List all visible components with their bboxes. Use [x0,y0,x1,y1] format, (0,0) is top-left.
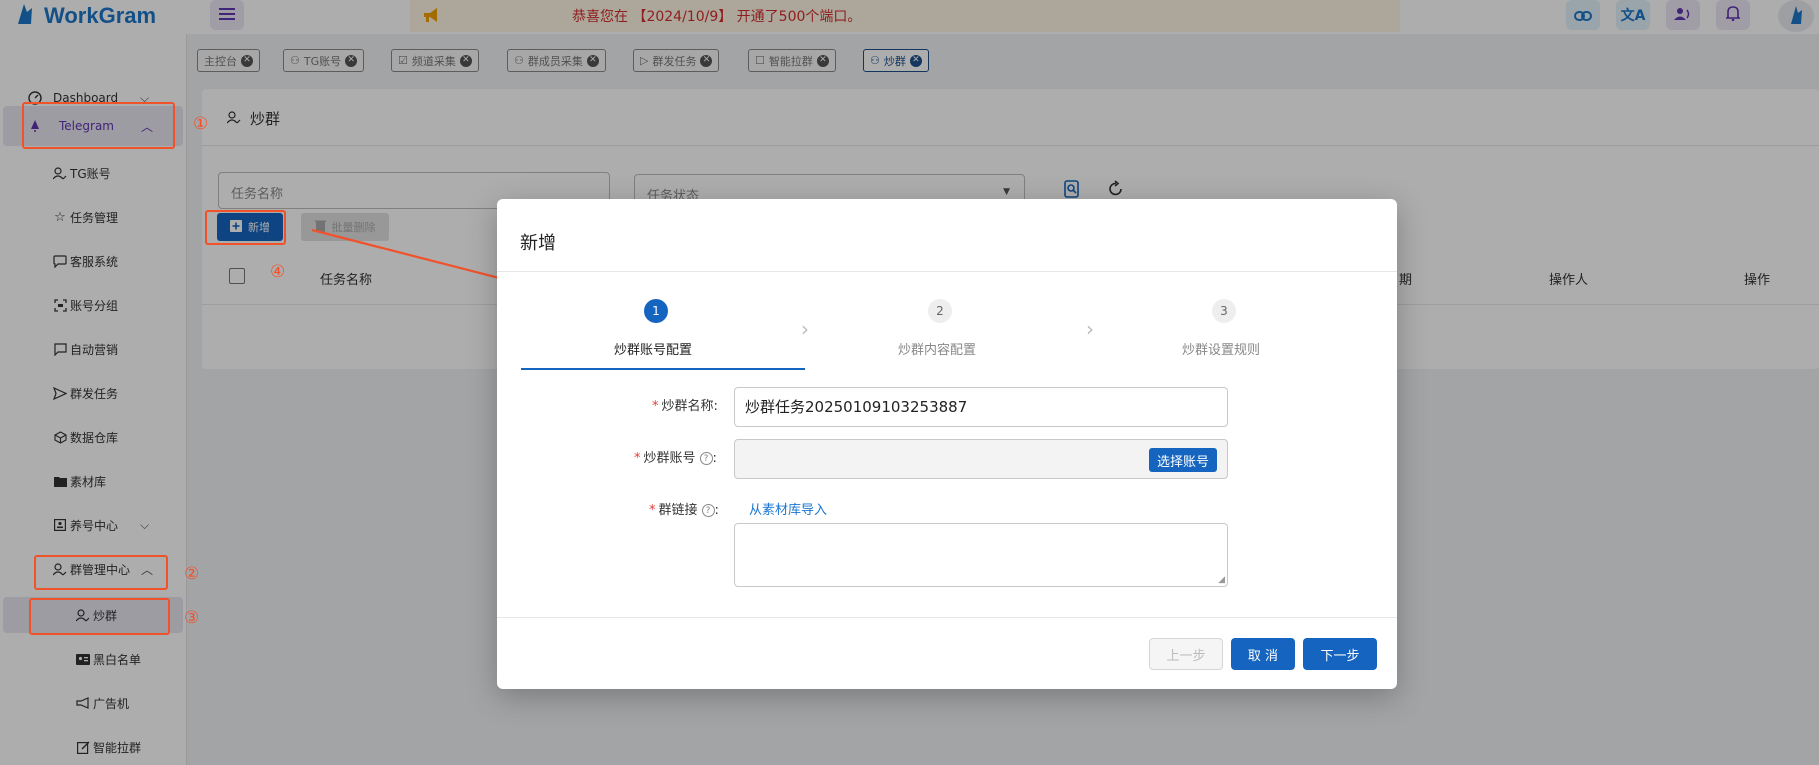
help-icon[interactable]: ? [699,452,713,465]
import-from-library-link[interactable]: 从素材库导入 [749,499,827,518]
dialog-title: 新增 [520,233,556,254]
name-field-label: * 炒群名称: [652,399,718,414]
name-input[interactable]: 炒群任务20250109103253887 [734,387,1228,427]
step-3-indicator: 3 [1212,299,1236,323]
cancel-button[interactable]: 取 消 [1231,638,1295,670]
dialog-footer-divider [497,617,1397,618]
select-account-button[interactable]: 选择账号 [1148,448,1217,472]
group-link-textarea[interactable]: ◢ [734,523,1228,587]
step-3-label: 炒群设置规则 [1182,343,1261,358]
step-2-label: 炒群内容配置 [898,343,977,358]
resize-handle-icon[interactable]: ◢ [1218,575,1225,585]
account-field-label: * 炒群账号?: [634,451,717,466]
annotation-marker-2: ② [184,564,200,584]
account-select[interactable]: 选择账号 [734,439,1228,479]
annotation-arrow [311,228,519,285]
next-step-button[interactable]: 下一步 [1303,638,1377,670]
step-2-indicator: 2 [928,299,952,323]
step-1-underline [521,368,805,370]
annotation-marker-3: ③ [184,608,200,628]
link-field-label: * 群链接?: [649,503,719,518]
annotation-box-add [205,210,286,245]
annotation-box-chaoqun [29,598,170,635]
step-1-label: 炒群账号配置 [614,343,693,358]
annotation-marker-4: ④ [270,262,286,282]
add-dialog: 新增 1 炒群账号配置 › 2 炒群内容配置 › 3 炒群设置规则 * 炒群名称:… [497,199,1397,689]
annotation-box-telegram [22,102,175,149]
help-icon[interactable]: ? [701,504,715,517]
step-1-indicator: 1 [644,299,668,323]
chevron-right-icon: › [1086,317,1094,341]
annotation-marker-1: ① [193,114,209,134]
chevron-right-icon: › [801,317,809,341]
dialog-header-divider [497,271,1397,272]
prev-step-button[interactable]: 上一步 [1149,638,1223,670]
annotation-box-group-management [34,555,168,590]
